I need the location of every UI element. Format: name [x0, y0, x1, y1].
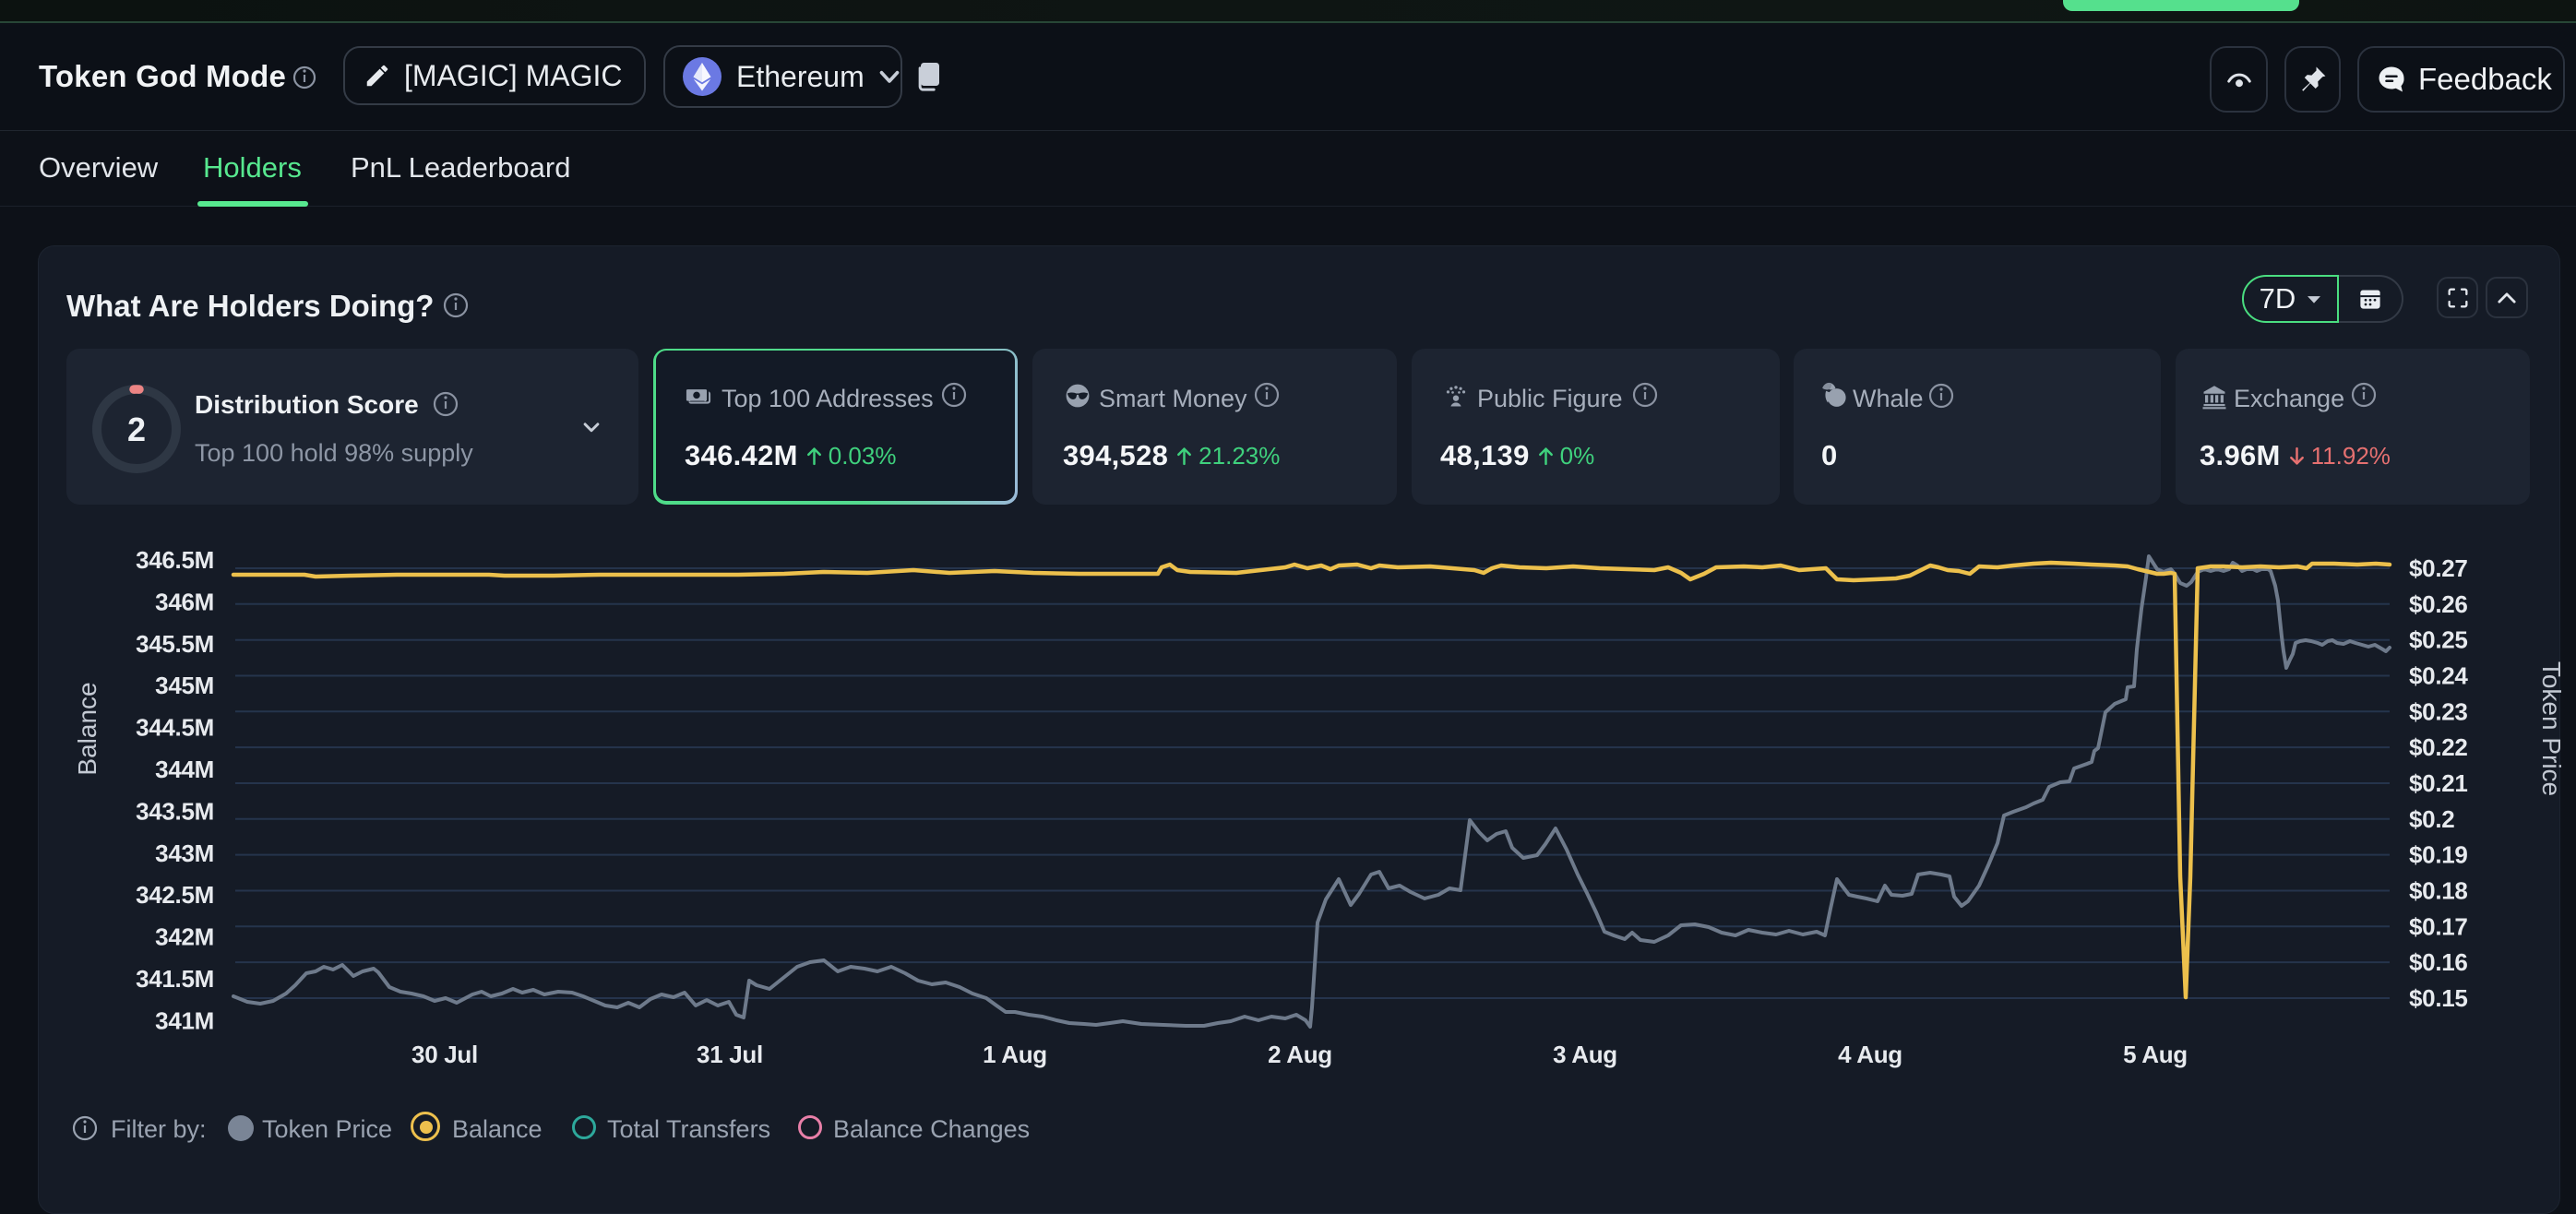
svg-text:345.5M: 345.5M: [136, 630, 214, 658]
svg-text:$0.26: $0.26: [2409, 590, 2468, 618]
svg-text:345M: 345M: [155, 672, 214, 699]
svg-text:31 Jul: 31 Jul: [697, 1041, 763, 1068]
svg-text:$0.21: $0.21: [2409, 769, 2468, 797]
svg-text:$0.17: $0.17: [2409, 912, 2468, 940]
svg-text:$0.24: $0.24: [2409, 662, 2468, 690]
svg-text:343.5M: 343.5M: [136, 797, 214, 825]
svg-text:30 Jul: 30 Jul: [411, 1041, 478, 1068]
svg-text:342.5M: 342.5M: [136, 881, 214, 909]
svg-text:342M: 342M: [155, 923, 214, 951]
svg-text:$0.23: $0.23: [2409, 697, 2468, 725]
svg-text:344M: 344M: [155, 756, 214, 783]
svg-text:1 Aug: 1 Aug: [983, 1041, 1047, 1068]
svg-text:346M: 346M: [155, 588, 214, 615]
svg-text:341M: 341M: [155, 1006, 214, 1034]
svg-text:$0.25: $0.25: [2409, 626, 2468, 654]
svg-text:$0.22: $0.22: [2409, 733, 2468, 761]
svg-text:Balance: Balance: [73, 682, 101, 775]
svg-text:3 Aug: 3 Aug: [1553, 1041, 1617, 1068]
svg-text:2 Aug: 2 Aug: [1268, 1041, 1332, 1068]
svg-text:341.5M: 341.5M: [136, 965, 214, 993]
svg-text:346.5M: 346.5M: [136, 546, 214, 574]
svg-text:$0.2: $0.2: [2409, 805, 2454, 833]
svg-text:Token Price: Token Price: [2537, 661, 2566, 796]
svg-text:344.5M: 344.5M: [136, 714, 214, 742]
svg-text:5 Aug: 5 Aug: [2123, 1041, 2188, 1068]
svg-text:$0.15: $0.15: [2409, 984, 2468, 1012]
svg-text:$0.18: $0.18: [2409, 877, 2468, 905]
svg-text:4 Aug: 4 Aug: [1838, 1041, 1902, 1068]
svg-text:343M: 343M: [155, 839, 214, 867]
svg-text:$0.19: $0.19: [2409, 841, 2468, 869]
svg-text:$0.16: $0.16: [2409, 948, 2468, 976]
svg-text:$0.27: $0.27: [2409, 554, 2468, 582]
